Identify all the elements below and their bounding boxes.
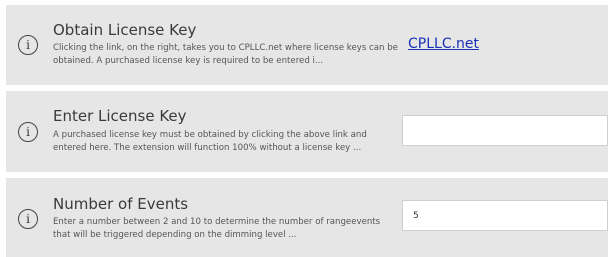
setting-description: Clicking the link, on the right, takes y… <box>53 43 398 66</box>
number-of-events-input[interactable] <box>402 200 608 231</box>
info-icon[interactable]: i <box>18 122 38 142</box>
setting-row-obtain-license-key: i Obtain License Key Clicking the link, … <box>6 5 608 85</box>
setting-title: Number of Events <box>53 195 189 213</box>
setting-description: A purchased license key must be obtained… <box>53 130 367 153</box>
license-key-input[interactable] <box>402 115 608 146</box>
setting-description: Enter a number between 2 and 10 to deter… <box>53 217 381 240</box>
setting-title: Enter License Key <box>53 107 187 125</box>
info-icon[interactable]: i <box>18 209 38 229</box>
info-icon[interactable]: i <box>18 35 38 55</box>
setting-row-enter-license-key: i Enter License Key A purchased license … <box>6 91 608 172</box>
setting-title: Obtain License Key <box>53 21 197 39</box>
setting-row-number-of-events: i Number of Events Enter a number betwee… <box>6 178 608 257</box>
cpllc-link[interactable]: CPLLC.net <box>408 36 479 52</box>
